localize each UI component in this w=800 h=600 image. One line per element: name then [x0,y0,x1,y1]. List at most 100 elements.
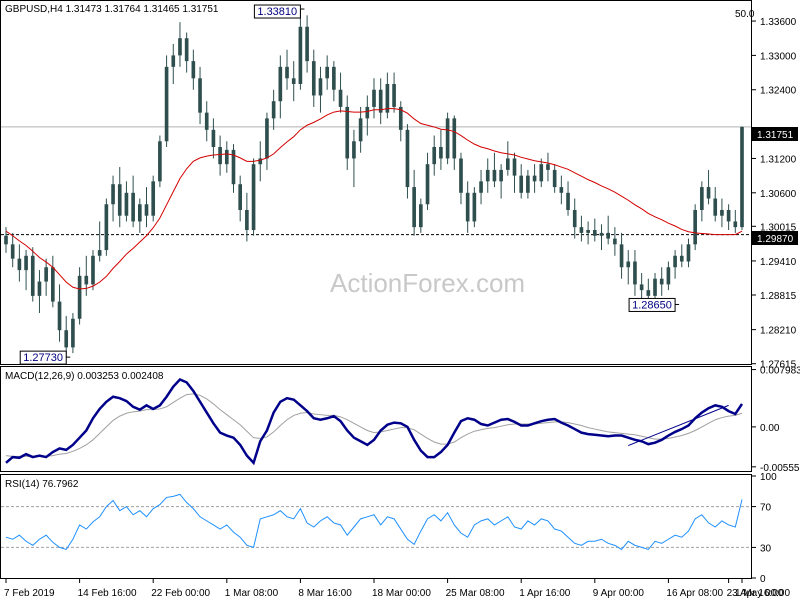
candle [713,187,718,222]
macd-line [5,377,744,466]
candle-body [572,209,577,228]
candle-body [452,118,457,159]
candle [425,152,430,210]
candle-body [131,192,135,222]
candle-body [633,261,637,285]
candle [726,204,731,231]
candle [91,250,95,291]
candle [392,72,396,113]
candle-body [30,255,35,296]
callout-label: 1.33810 [257,6,297,18]
x-tick-label: 16 Apr 08:00 [666,588,723,599]
candle-body [586,230,590,233]
macd-trendline [628,404,729,447]
macd-title: MACD(12,26,9) 0.003253 0.002408 [5,371,164,382]
candle-body [659,278,664,285]
candle [251,158,256,236]
candle [325,55,329,90]
candle-body [720,209,724,216]
candle [592,218,597,242]
candle-body [251,164,256,231]
candle-body [158,141,162,182]
candle-body [271,101,276,119]
candle-body [238,184,243,210]
candle-body [479,181,483,193]
candle-body [51,267,55,302]
candle [365,95,370,136]
candle [686,238,691,268]
candle-body [4,235,8,245]
y-tick-label: 1.33000 [760,51,797,62]
candle [613,227,617,256]
candle-body [10,244,15,259]
rsi-line [5,493,743,551]
candle-body [117,184,122,216]
candle-body [77,275,82,319]
candle-body [57,301,62,331]
candle-body [552,169,557,188]
candle [285,49,289,90]
y-tick-label: 70 [760,503,772,514]
candle [566,181,570,216]
candle [77,267,82,325]
candle [30,247,35,302]
candle-body [352,141,356,159]
candle [332,61,336,102]
candle [512,152,517,193]
candle [679,244,684,268]
x-tick-label: 7 Feb 2019 [4,588,55,599]
candle-body [245,209,249,231]
candle [459,152,463,205]
candle-body [599,232,604,236]
candle [653,272,657,302]
candle [97,221,102,262]
candle-body [124,192,129,216]
candle-body [619,244,624,268]
candle-body [325,66,329,79]
candle [372,78,376,119]
x-tick-label: 25 Mar 08:00 [446,588,505,599]
y-tick-label: 1.28815 [760,291,797,302]
candle-body [726,209,731,222]
candle-body [265,118,269,159]
candle-body [512,158,517,176]
candle [24,250,28,291]
rsi-pane [0,474,752,579]
candle-body [532,175,537,182]
chart-canvas: ActionForex.com 1.33600 1.33000 1.32400 1.3… [0,0,800,599]
candle [184,32,189,73]
candle-body [365,106,370,119]
candle-body [465,192,470,222]
candle-body [44,267,48,282]
candle [445,112,450,165]
candle [539,158,544,188]
x-tick-label: 1 Mar 08:00 [225,588,279,599]
candle [492,152,497,188]
candle-body [412,187,416,228]
candle-body [733,221,738,228]
candle [258,141,263,182]
candle-body [546,164,550,170]
candle-body [151,181,156,216]
candle-body [204,112,209,130]
candle-body [566,192,570,210]
y-tick-label: 0 [760,574,766,585]
watermark: ActionForex.com [330,268,525,298]
candle [633,250,637,296]
candle [572,198,577,239]
candle [405,124,410,199]
candle-body [666,267,671,285]
y-tick-label: 1.31200 [760,154,797,165]
x-tick-label: 8 Mar 16:00 [298,588,352,599]
candle [51,255,55,308]
candle-body [84,275,89,285]
candle [693,204,697,251]
candle-body [425,164,430,205]
candle-body [679,255,684,262]
candle-body [171,55,176,67]
candle [238,175,243,222]
candle [137,198,142,233]
candle-body [111,184,115,205]
candle [211,118,216,159]
candle-body [700,187,704,210]
